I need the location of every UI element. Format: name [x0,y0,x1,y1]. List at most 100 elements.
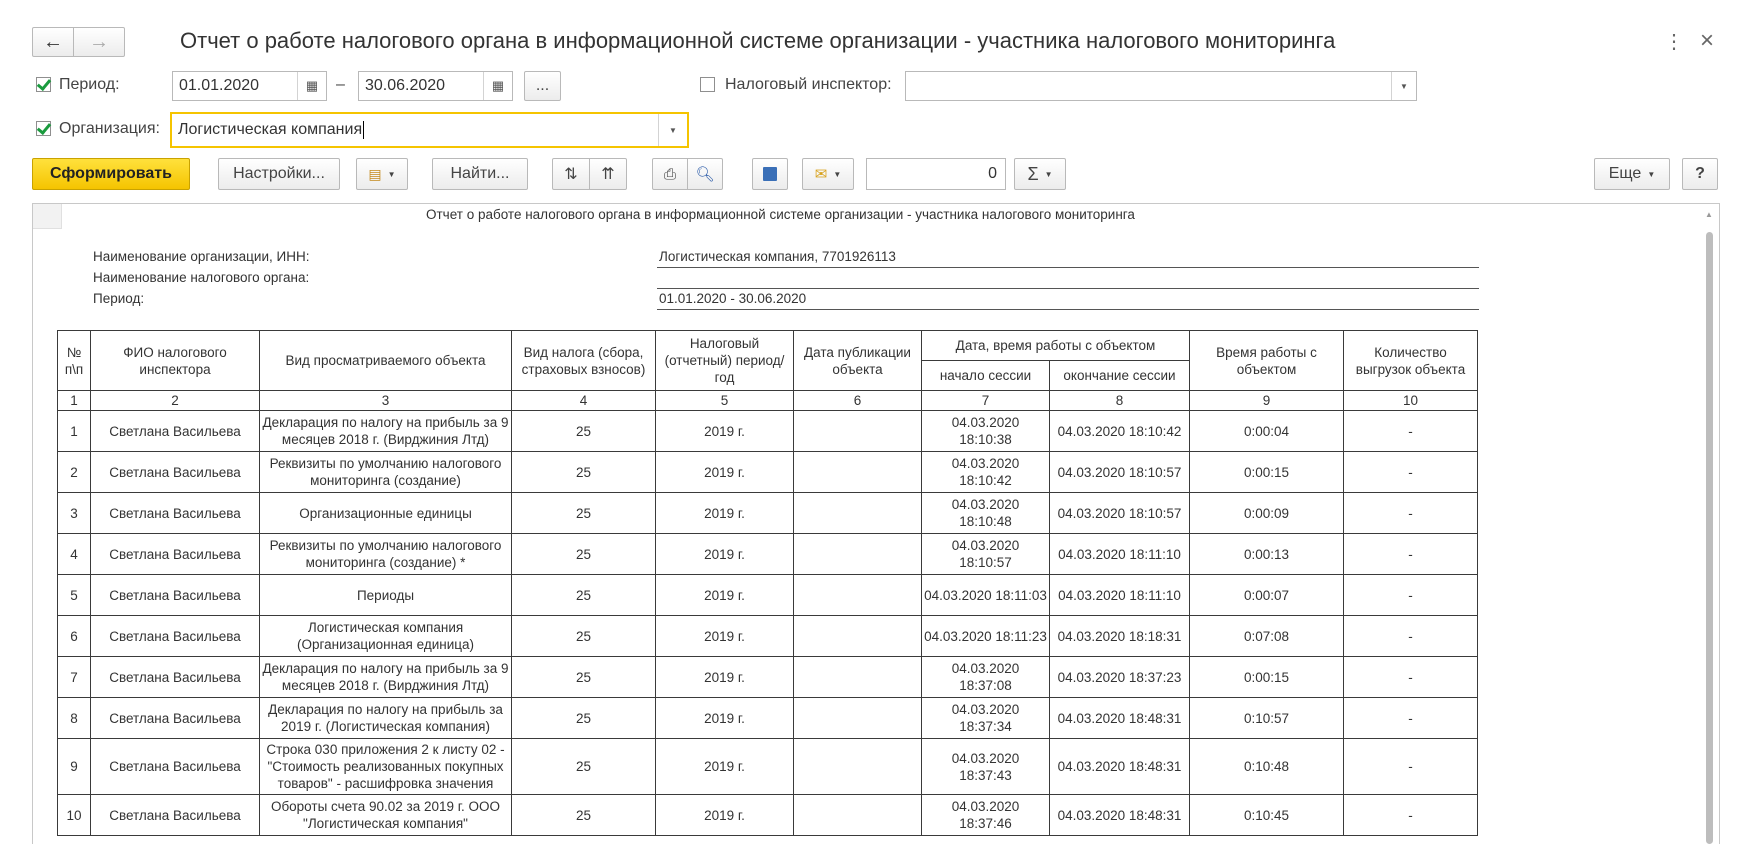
session-end: 04.03.2020 18:18:31 [1049,615,1190,657]
table-row[interactable]: 3 Светлана Васильева Организационные едини… [57,492,1478,534]
period-dash: – [336,76,345,93]
inspector-name: Светлана Васильева [90,533,260,575]
col-header-work-datetime: Дата, время работы с объектом [921,330,1190,361]
table-row[interactable]: 8 Светлана Васильева Декларация по налогу … [57,697,1478,739]
back-button[interactable]: ← [32,27,74,57]
print-button[interactable]: ⎙ [652,158,688,190]
expand-groups-button[interactable]: ⇅ [552,158,590,190]
work-time: 0:00:15 [1189,656,1344,698]
report-document[interactable]: Отчет о работе налогового органа в инфор… [32,203,1720,844]
save-button[interactable] [752,158,788,190]
send-email-button[interactable]: ✉ ▼ [802,158,854,190]
table-row[interactable]: 1 Светлана Васильева Декларация по налогу … [57,410,1478,452]
col-header-publish-date: Дата публикации объекта [793,330,922,391]
column-number: 9 [1189,390,1344,411]
find-button[interactable]: Найти... [432,158,528,190]
tax-type: 25 [511,492,656,534]
organization-checkbox[interactable] [36,121,51,136]
tax-type: 25 [511,533,656,575]
session-start: 04.03.2020 18:11:03 [921,574,1050,616]
period-select-button[interactable]: ... [524,71,561,101]
vertical-scrollbar[interactable]: ▲ [1701,204,1719,844]
report-variants-icon: ▤ [368,165,382,182]
download-count: - [1343,533,1478,575]
table-row[interactable]: 5 Светлана Васильева Периоды 25 2019 г. 04.03… [57,574,1478,616]
table-row[interactable]: 4 Светлана Васильева Реквизиты по умолчани… [57,533,1478,575]
more-icon[interactable]: ⋮ [1664,29,1684,54]
table-row[interactable]: 2 Светлана Васильева Реквизиты по умолчани… [57,451,1478,493]
chevron-down-icon: ▼ [1044,169,1053,179]
date-to-value: 30.06.2020 [365,77,446,94]
report-corner-cell [33,204,62,229]
chevron-down-icon[interactable]: ▼ [658,114,687,146]
session-start: 04.03.2020 18:10:42 [921,451,1050,493]
more-actions-button[interactable]: Еще ▼ [1594,158,1670,190]
sum-select-button[interactable]: Σ ▼ [1014,158,1066,190]
calendar-icon[interactable]: ▦ [297,72,326,100]
calendar-icon[interactable]: ▦ [483,72,512,100]
date-from-value: 01.01.2020 [179,77,260,94]
object-name: Реквизиты по умолчанию налогового монито… [259,451,512,493]
session-end: 04.03.2020 18:10:57 [1049,451,1190,493]
envelope-icon: ✉ [814,166,828,183]
work-time: 0:10:57 [1189,697,1344,739]
chevron-down-icon: ▼ [833,169,842,179]
inspector-checkbox[interactable] [700,77,715,92]
arrow-left-icon: ← [43,30,63,53]
session-start: 04.03.2020 18:11:23 [921,615,1050,657]
object-name: Строка 030 приложения 2 к листу 02 - "Ст… [259,738,512,795]
object-name: Логистическая компания (Организационная … [259,615,512,657]
generate-button[interactable]: Сформировать [32,158,190,190]
forward-button[interactable]: → [73,27,125,57]
work-time: 0:10:45 [1189,794,1344,836]
session-end: 04.03.2020 18:37:23 [1049,656,1190,698]
publish-date [793,738,922,795]
row-number: 3 [57,492,91,534]
object-name: Периоды [259,574,512,616]
close-icon[interactable]: × [1700,27,1714,55]
table-row[interactable]: 9 Светлана Васильева Строка 030 приложения… [57,738,1478,795]
preview-button[interactable]: 🔍︎ [687,158,723,190]
download-count: - [1343,697,1478,739]
report-table-body: 1 Светлана Васильева Декларация по налогу … [57,410,1478,836]
session-start: 04.03.2020 18:10:57 [921,533,1050,575]
chevron-down-icon[interactable]: ▼ [1391,72,1416,100]
session-end: 04.03.2020 18:48:31 [1049,794,1190,836]
tax-period: 2019 г. [655,451,794,493]
sum-field: 0 [866,158,1006,190]
session-start: 04.03.2020 18:10:48 [921,492,1050,534]
date-from-field[interactable]: 01.01.2020 ▦ [172,71,327,101]
row-number: 4 [57,533,91,575]
col-header-download-count: Количество выгрузок объекта [1343,330,1478,391]
tax-period: 2019 г. [655,697,794,739]
download-count: - [1343,656,1478,698]
tax-type: 25 [511,615,656,657]
scroll-up-icon[interactable]: ▲ [1705,210,1713,219]
date-to-field[interactable]: 30.06.2020 ▦ [358,71,513,101]
table-row[interactable]: 6 Светлана Васильева Логистическая компани… [57,615,1478,657]
period-checkbox[interactable] [36,77,51,92]
settings-button[interactable]: Настройки... [218,158,340,190]
table-row[interactable]: 7 Светлана Васильева Декларация по налогу … [57,656,1478,698]
column-number: 4 [511,390,656,411]
organization-field[interactable]: Логистическая компания ▼ [170,112,689,148]
table-row[interactable]: 10 Светлана Васильева Обороты счета 90.02 … [57,794,1478,836]
publish-date [793,492,922,534]
publish-date [793,656,922,698]
help-button[interactable]: ? [1682,158,1718,190]
session-start: 04.03.2020 18:37:46 [921,794,1050,836]
tax-period: 2019 г. [655,615,794,657]
tax-type: 25 [511,574,656,616]
collapse-icon: ⇈ [601,166,615,183]
inspector-field[interactable]: ▼ [905,71,1417,101]
collapse-groups-button[interactable]: ⇈ [589,158,627,190]
col-header-number: № п\п [57,330,91,391]
scrollbar-thumb[interactable] [1706,232,1713,844]
col-header-tax-period: Налоговый (отчетный) период/год [655,330,794,391]
tax-period: 2019 г. [655,656,794,698]
inspector-name: Светлана Васильева [90,492,260,534]
publish-date [793,410,922,452]
report-variant-button[interactable]: ▤ ▼ [356,158,408,190]
column-number: 8 [1049,390,1190,411]
work-time: 0:00:09 [1189,492,1344,534]
